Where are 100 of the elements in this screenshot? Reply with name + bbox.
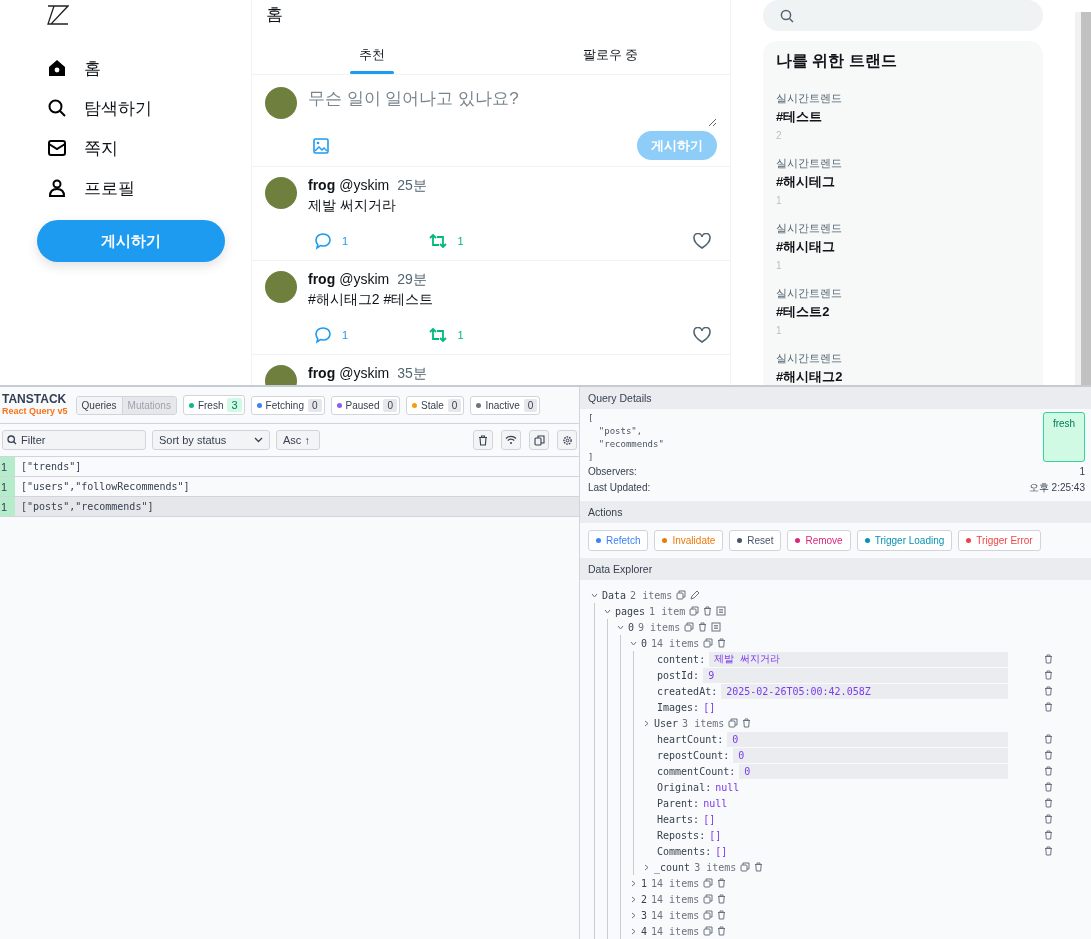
view-tab[interactable]: Queries — [76, 396, 122, 414]
trend-tag[interactable]: #테스트 — [776, 108, 1030, 126]
filter-field[interactable]: Filter — [2, 430, 146, 450]
status-filter[interactable]: Stale 0 — [406, 395, 465, 415]
copy-icon[interactable] — [684, 622, 695, 632]
chevron-icon[interactable] — [630, 927, 637, 935]
copy-icon[interactable] — [703, 894, 714, 904]
tree-key[interactable]: 0 — [628, 621, 635, 633]
chevron-icon[interactable] — [630, 895, 637, 903]
scrollbar[interactable] — [1075, 12, 1091, 385]
status-filter[interactable]: Inactive 0 — [470, 395, 541, 415]
chevron-icon[interactable] — [643, 863, 650, 871]
action-button[interactable]: Reset — [729, 530, 782, 551]
post-text: #해시태그2 #테스트 — [308, 291, 435, 309]
tree-key[interactable]: 3 — [641, 909, 648, 921]
logo-icon[interactable] — [47, 5, 69, 25]
copy-icon[interactable] — [740, 862, 751, 872]
status-filter[interactable]: Fresh 3 — [182, 395, 245, 415]
author-handle[interactable]: @yskim — [339, 365, 390, 381]
author-name[interactable]: frog — [308, 365, 336, 381]
nav-item[interactable]: 탐색하기 — [37, 88, 251, 128]
pencil-icon[interactable] — [690, 590, 701, 600]
brand-product: React Query v5 — [2, 405, 68, 417]
chevron-icon[interactable] — [643, 719, 650, 727]
clear-button[interactable] — [473, 430, 493, 450]
field-label: Observers: — [588, 465, 637, 479]
item-count: 14 items — [651, 637, 700, 649]
copy-icon[interactable] — [703, 638, 714, 648]
copy-icon[interactable] — [689, 606, 700, 616]
chevron-icon[interactable] — [591, 591, 598, 599]
panel-button[interactable] — [529, 430, 549, 450]
trash-icon[interactable] — [703, 606, 713, 616]
trash-icon[interactable] — [754, 862, 764, 872]
value-field[interactable]: 0 — [739, 763, 1008, 779]
query-row[interactable]: 1 ["trends"] — [0, 457, 579, 477]
copy-icon[interactable] — [703, 878, 714, 888]
tree-key[interactable]: User — [654, 717, 679, 729]
tree-key: commentCount: — [657, 765, 736, 777]
tree-key[interactable]: _count — [654, 861, 691, 873]
trend-tag[interactable]: #해시테그 — [776, 173, 1030, 191]
action-button[interactable]: Trigger Loading — [856, 530, 953, 551]
tree-key[interactable]: 4 — [641, 925, 648, 937]
author-handle[interactable]: @yskim — [339, 271, 390, 287]
copy-icon[interactable] — [728, 718, 739, 728]
nav-item[interactable]: 쪽지 — [37, 128, 251, 168]
trash-icon[interactable] — [717, 926, 727, 936]
trash-icon[interactable] — [717, 878, 727, 888]
value-field[interactable]: 제발 써지거라 — [709, 651, 1008, 667]
author-handle[interactable]: @yskim — [339, 177, 390, 193]
trend-tag[interactable]: #해시태그 — [776, 238, 1030, 256]
list-icon[interactable] — [716, 606, 727, 616]
avatar — [265, 271, 297, 303]
author-name[interactable]: frog — [308, 271, 336, 287]
action-button[interactable]: Trigger Error — [958, 530, 1041, 551]
nav-item[interactable]: 프로필 — [37, 168, 251, 208]
chevron-icon[interactable] — [617, 623, 624, 631]
trash-icon[interactable] — [717, 910, 727, 920]
online-button[interactable] — [501, 430, 521, 450]
tree-key[interactable]: 2 — [641, 893, 648, 905]
trend-tag[interactable]: #테스트2 — [776, 303, 1030, 321]
sort-dropdown[interactable]: Sort by status — [152, 430, 270, 450]
tree-key: postId: — [657, 669, 700, 681]
trash-icon[interactable] — [698, 622, 708, 632]
trash-icon[interactable] — [717, 894, 727, 904]
copy-icon[interactable] — [703, 926, 714, 936]
trend-count: 2 — [776, 130, 783, 141]
tree-value: [] — [715, 845, 728, 857]
tree-key: Hearts: — [657, 813, 700, 825]
status-filter[interactable]: Fetching 0 — [250, 395, 325, 415]
value-field[interactable]: 0 — [727, 731, 1008, 747]
search-field[interactable] — [763, 0, 1043, 31]
copy-icon[interactable] — [676, 590, 687, 600]
query-row[interactable]: 1 ["posts","recommends"] — [0, 497, 579, 517]
tree-key[interactable]: pages — [615, 605, 646, 617]
value-field[interactable]: 2025-02-26T05:00:42.058Z — [721, 683, 1008, 699]
tree-key[interactable]: 0 — [641, 637, 648, 649]
feed-tab[interactable]: 팔로우 중 — [491, 35, 730, 74]
author-name[interactable]: frog — [308, 177, 336, 193]
value-field[interactable]: 9 — [703, 667, 1008, 683]
trash-icon[interactable] — [742, 718, 752, 728]
action-button[interactable]: Remove — [787, 530, 851, 551]
list-icon[interactable] — [711, 622, 722, 632]
image-icon[interactable] — [313, 137, 329, 154]
chevron-icon[interactable] — [630, 879, 637, 887]
copy-icon[interactable] — [703, 910, 714, 920]
order-button[interactable]: Asc ↑ — [276, 430, 320, 450]
trend-tag[interactable]: #해시태그2 — [776, 368, 1030, 385]
chevron-icon[interactable] — [604, 607, 611, 615]
value-field[interactable]: 0 — [733, 747, 1008, 763]
nav-item[interactable]: 홈 — [37, 48, 251, 88]
settings-button[interactable] — [557, 430, 577, 450]
trash-icon[interactable] — [717, 638, 727, 648]
feed-tab[interactable]: 추천 — [252, 35, 491, 74]
tree-key[interactable]: Data — [602, 589, 627, 601]
chevron-icon[interactable] — [630, 911, 637, 919]
action-button[interactable]: Refetch — [588, 530, 649, 551]
field-label: Last Updated: — [588, 481, 651, 495]
tree-key[interactable]: 1 — [641, 877, 648, 889]
chevron-icon[interactable] — [630, 639, 637, 647]
status-filter[interactable]: Paused 0 — [330, 395, 400, 415]
